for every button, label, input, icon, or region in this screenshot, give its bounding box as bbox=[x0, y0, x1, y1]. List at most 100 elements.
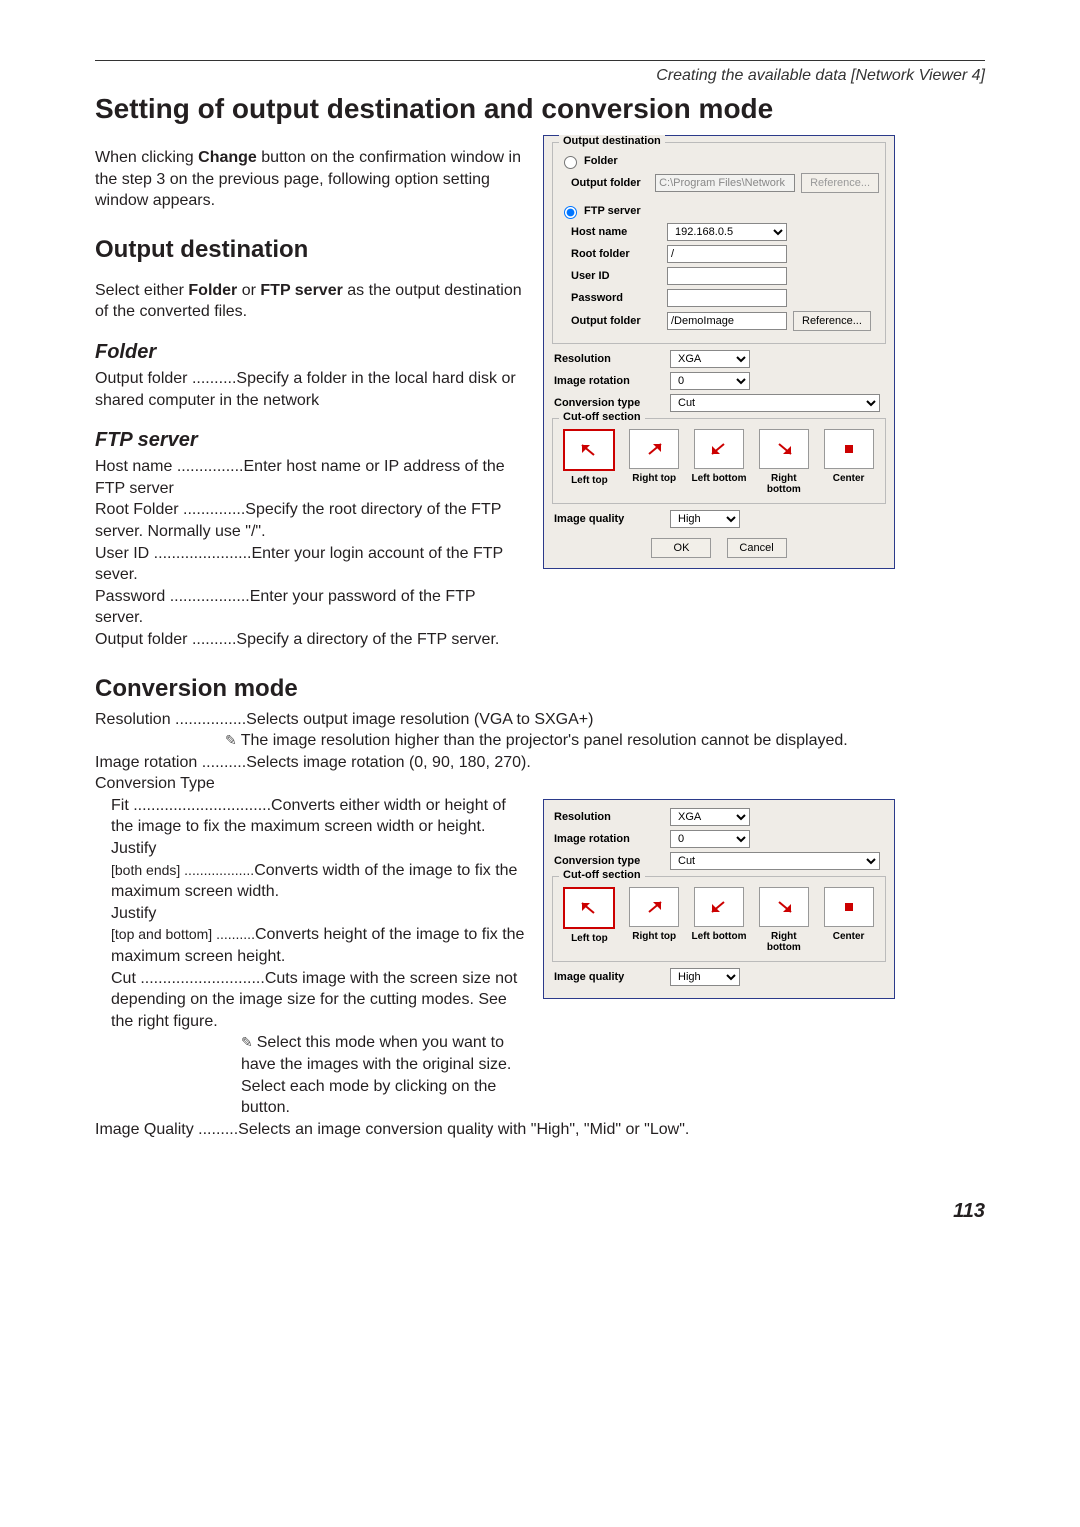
label-userid: User ID bbox=[559, 270, 661, 282]
def-rotation: Image rotation ..........Selects image r… bbox=[95, 752, 985, 774]
def-label: Image rotation .......... bbox=[95, 754, 246, 771]
group-output-destination: Output destination bbox=[559, 135, 665, 147]
cutoff-right-top[interactable]: Right top bbox=[624, 429, 685, 495]
cutoff-right-top[interactable]: Right top bbox=[624, 887, 685, 953]
op-d: FTP server bbox=[260, 282, 342, 299]
ok-button[interactable]: OK bbox=[651, 538, 711, 558]
cutoff-right-bottom[interactable]: Right bottom bbox=[753, 887, 814, 953]
arrow-center-icon bbox=[840, 442, 858, 456]
output-para: Select either Folder or FTP server as th… bbox=[95, 280, 525, 323]
input-folder-output[interactable] bbox=[655, 174, 795, 192]
def-outf: Output folder ..........Specify a direct… bbox=[95, 629, 525, 651]
def-resolution: Resolution ................Selects outpu… bbox=[95, 709, 985, 731]
radio-ftp-label: FTP server bbox=[584, 205, 641, 217]
def-justify1b: [both ends] ..................Converts w… bbox=[95, 860, 525, 903]
radio-folder-label: Folder bbox=[584, 155, 618, 167]
arrow-left-top-icon bbox=[580, 901, 598, 915]
heading-output-destination: Output destination bbox=[95, 236, 525, 264]
breadcrumb: Creating the available data [Network Vie… bbox=[95, 67, 985, 85]
cutoff-label: Left top bbox=[559, 933, 620, 944]
cutoff-left-bottom[interactable]: Left bottom bbox=[689, 887, 750, 953]
def-fit: Fit ...............................Conve… bbox=[95, 795, 525, 838]
label-rotation: Image rotation bbox=[554, 833, 664, 845]
input-ftp-output[interactable] bbox=[667, 312, 787, 330]
input-root[interactable] bbox=[667, 245, 787, 263]
reference-button[interactable]: Reference... bbox=[801, 173, 879, 193]
label-root: Root folder bbox=[559, 248, 661, 260]
group-cutoff: Cut-off section bbox=[559, 869, 645, 881]
cutoff-label: Right top bbox=[624, 931, 685, 942]
def-host: Host name ...............Enter host name… bbox=[95, 456, 525, 499]
def-label: Host name ............... bbox=[95, 458, 244, 475]
def-convtype: Conversion Type bbox=[95, 773, 985, 795]
cutoff-label: Right top bbox=[624, 473, 685, 484]
op-a: Select either bbox=[95, 282, 188, 299]
def-pass: Password ..................Enter your pa… bbox=[95, 586, 525, 629]
radio-folder[interactable]: Folder bbox=[559, 153, 618, 169]
cutoff-center[interactable]: Center bbox=[818, 429, 879, 495]
op-c: or bbox=[237, 282, 260, 299]
heading-folder: Folder bbox=[95, 341, 525, 364]
heading-ftp: FTP server bbox=[95, 429, 525, 452]
cutoff-left-top[interactable]: Left top bbox=[559, 887, 620, 953]
select-resolution[interactable]: XGA bbox=[670, 808, 750, 826]
label-convtype: Conversion type bbox=[554, 855, 664, 867]
radio-folder-input[interactable] bbox=[564, 156, 577, 169]
intro-b: Change bbox=[198, 149, 257, 166]
def-label: Root Folder .............. bbox=[95, 501, 245, 518]
arrow-left-bottom-icon bbox=[710, 442, 728, 456]
cutoff-label: Center bbox=[818, 473, 879, 484]
arrow-left-top-icon bbox=[580, 443, 598, 457]
label-quality: Image quality bbox=[554, 513, 664, 525]
cutoff-center[interactable]: Center bbox=[818, 887, 879, 953]
input-userid[interactable] bbox=[667, 267, 787, 285]
arrow-left-bottom-icon bbox=[710, 900, 728, 914]
def-label: Output folder .......... bbox=[95, 631, 236, 648]
def-label: Fit ............................... bbox=[111, 797, 271, 814]
def-label: Output folder .......... bbox=[95, 370, 236, 387]
cutoff-label: Right bottom bbox=[753, 473, 814, 495]
def-justify2: Justify bbox=[95, 903, 525, 925]
select-quality[interactable]: High bbox=[670, 510, 740, 528]
cancel-button[interactable]: Cancel bbox=[727, 538, 787, 558]
select-rotation[interactable]: 0 bbox=[670, 372, 750, 390]
select-host[interactable]: 192.168.0.5 bbox=[667, 223, 787, 241]
label-output-folder: Output folder bbox=[559, 177, 649, 189]
def-label: [top and bottom] .......... bbox=[111, 926, 255, 942]
label-rotation: Image rotation bbox=[554, 375, 664, 387]
select-resolution[interactable]: XGA bbox=[670, 350, 750, 368]
input-password[interactable] bbox=[667, 289, 787, 307]
select-quality[interactable]: High bbox=[670, 968, 740, 986]
cutoff-right-bottom[interactable]: Right bottom bbox=[753, 429, 814, 495]
arrow-right-top-icon bbox=[645, 442, 663, 456]
def-label: Resolution ................ bbox=[95, 711, 246, 728]
label-host: Host name bbox=[559, 226, 661, 238]
def-user: User ID ......................Enter your… bbox=[95, 543, 525, 586]
def-cut: Cut ............................Cuts ima… bbox=[95, 968, 525, 1033]
select-rotation[interactable]: 0 bbox=[670, 830, 750, 848]
def-desc: Selects output image resolution (VGA to … bbox=[246, 711, 593, 728]
cutoff-label: Left top bbox=[559, 475, 620, 486]
intro-text: When clicking Change button on the confi… bbox=[95, 147, 525, 212]
reference-button-ftp[interactable]: Reference... bbox=[793, 311, 871, 331]
select-convtype[interactable]: Cut bbox=[670, 394, 880, 412]
select-convtype[interactable]: Cut bbox=[670, 852, 880, 870]
arrow-right-bottom-icon bbox=[775, 442, 793, 456]
page-title: Setting of output destination and conver… bbox=[95, 93, 985, 125]
op-b: Folder bbox=[188, 282, 237, 299]
def-desc: Selects an image conversion quality with… bbox=[238, 1121, 689, 1138]
radio-ftp[interactable]: FTP server bbox=[559, 203, 641, 219]
label-quality: Image quality bbox=[554, 971, 664, 983]
cutoff-left-bottom[interactable]: Left bottom bbox=[689, 429, 750, 495]
def-desc: Specify a directory of the FTP server. bbox=[236, 631, 499, 648]
label-ftp-output: Output folder bbox=[559, 315, 661, 327]
def-root: Root Folder ..............Specify the ro… bbox=[95, 499, 525, 542]
radio-ftp-input[interactable] bbox=[564, 206, 577, 219]
settings-dialog: Output destination Folder Output folder … bbox=[543, 135, 895, 569]
cutoff-label: Right bottom bbox=[753, 931, 814, 953]
label-resolution: Resolution bbox=[554, 811, 664, 823]
def-label: Image Quality ......... bbox=[95, 1121, 238, 1138]
label-resolution: Resolution bbox=[554, 353, 664, 365]
def-label: [both ends] .................. bbox=[111, 862, 254, 878]
cutoff-left-top[interactable]: Left top bbox=[559, 429, 620, 495]
